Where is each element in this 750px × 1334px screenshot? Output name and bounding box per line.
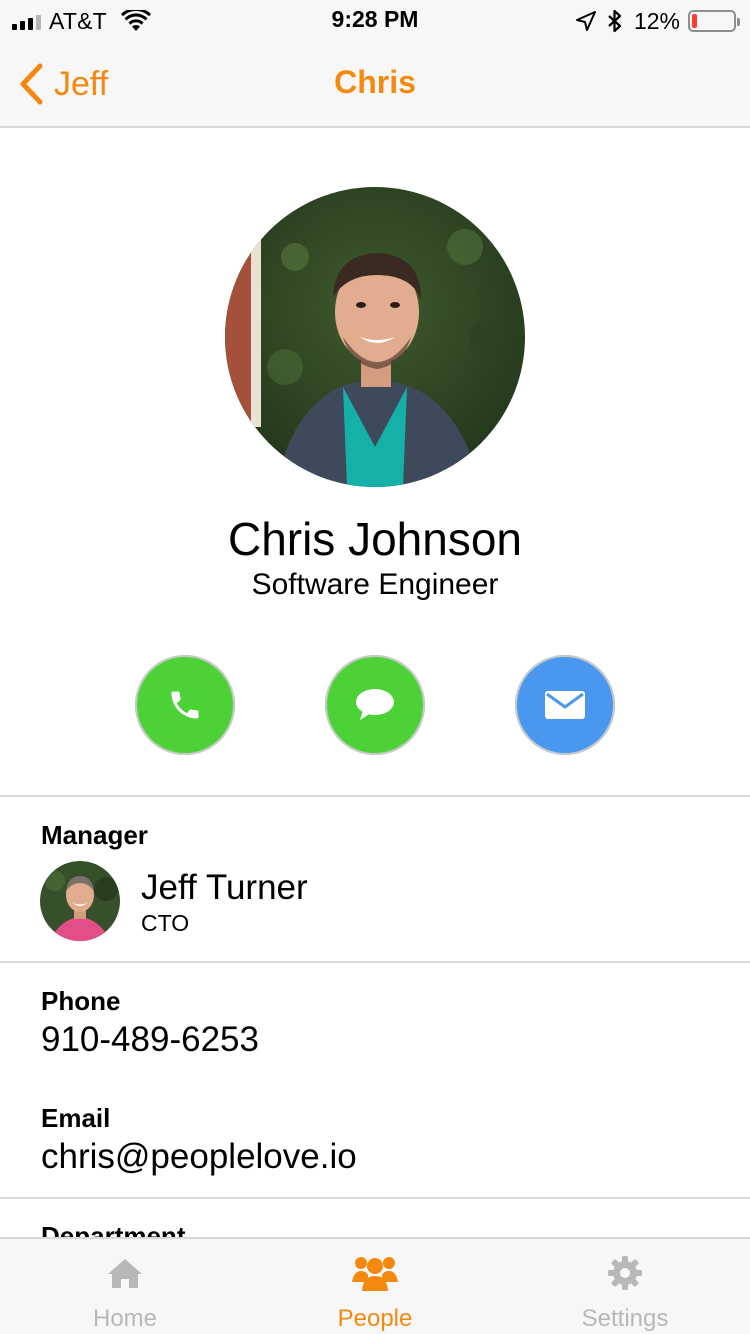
department-label: Department	[41, 1221, 186, 1237]
tab-home[interactable]: Home	[0, 1239, 250, 1334]
status-right: 12%	[575, 7, 740, 34]
house-icon	[106, 1253, 144, 1293]
page-title: Chris	[334, 64, 416, 100]
location-arrow-icon	[575, 11, 596, 31]
gear-icon	[607, 1253, 643, 1293]
chat-bubble-icon	[356, 689, 394, 720]
profile-name: Chris Johnson	[227, 513, 523, 565]
status-bar: AT&T 9:28 PM 12%	[0, 0, 750, 40]
tab-home-label: Home	[92, 1305, 158, 1332]
email-address[interactable]: chris@peoplelove.io	[41, 1137, 357, 1177]
envelope-icon	[545, 691, 585, 719]
tab-settings[interactable]: Settings	[500, 1239, 750, 1334]
email-button[interactable]	[515, 655, 615, 755]
battery-icon	[688, 10, 740, 32]
contact-actions	[0, 655, 750, 755]
tab-bar: Home People Settings	[0, 1237, 750, 1334]
phone-icon	[171, 691, 199, 719]
divider	[0, 961, 750, 963]
department-section: Department	[0, 1199, 750, 1237]
phone-number[interactable]: 910-489-6253	[41, 1020, 259, 1060]
bluetooth-icon	[608, 9, 622, 33]
manager-title: CTO	[141, 910, 190, 936]
tab-people[interactable]: People	[250, 1239, 500, 1334]
manager-label: Manager	[41, 820, 148, 850]
people-icon	[352, 1253, 398, 1293]
divider	[0, 795, 750, 797]
tab-people-label: People	[337, 1305, 413, 1332]
call-button[interactable]	[135, 655, 235, 755]
phone-label: Phone	[41, 986, 121, 1016]
manager-name: Jeff Turner	[141, 868, 308, 907]
tab-settings-label: Settings	[581, 1305, 669, 1332]
message-button[interactable]	[325, 655, 425, 755]
profile-avatar	[225, 187, 525, 487]
profile-job-title: Software Engineer	[251, 568, 499, 601]
manager-avatar	[40, 861, 120, 941]
email-label: Email	[41, 1103, 111, 1133]
battery-level	[692, 14, 697, 28]
navigation-bar: Jeff Chris	[0, 40, 750, 128]
battery-percent: 12%	[633, 7, 680, 34]
